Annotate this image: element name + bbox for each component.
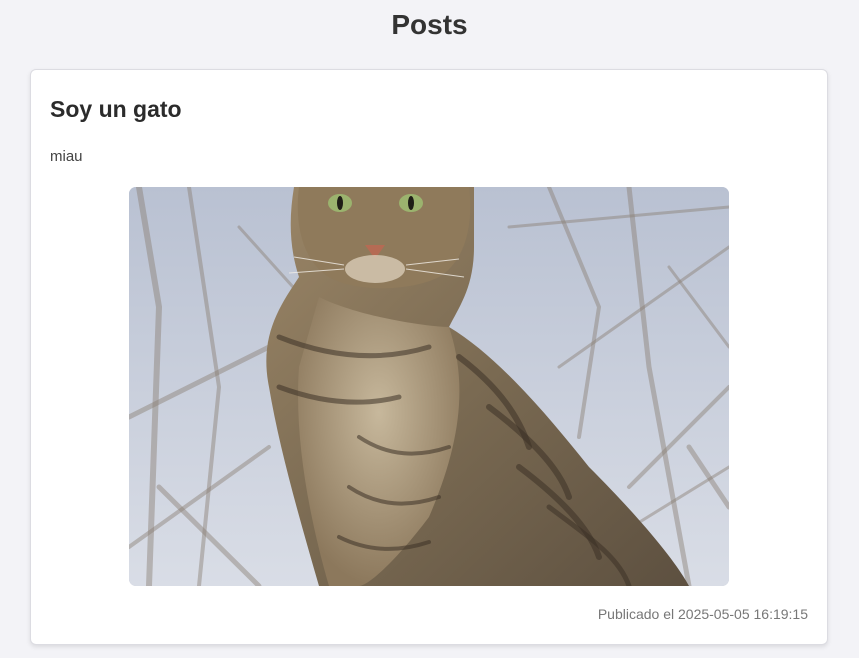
post-body: miau [50,148,83,165]
post-card: Soy un gato miau Publicado el 2025-05-05… [30,69,828,645]
post-image [129,187,729,586]
post-published-date: Publicado el 2025-05-05 16:19:15 [597,606,808,622]
cat-photo [129,187,729,586]
page-title: Posts [391,9,468,40]
post-title: Soy un gato [50,96,182,122]
